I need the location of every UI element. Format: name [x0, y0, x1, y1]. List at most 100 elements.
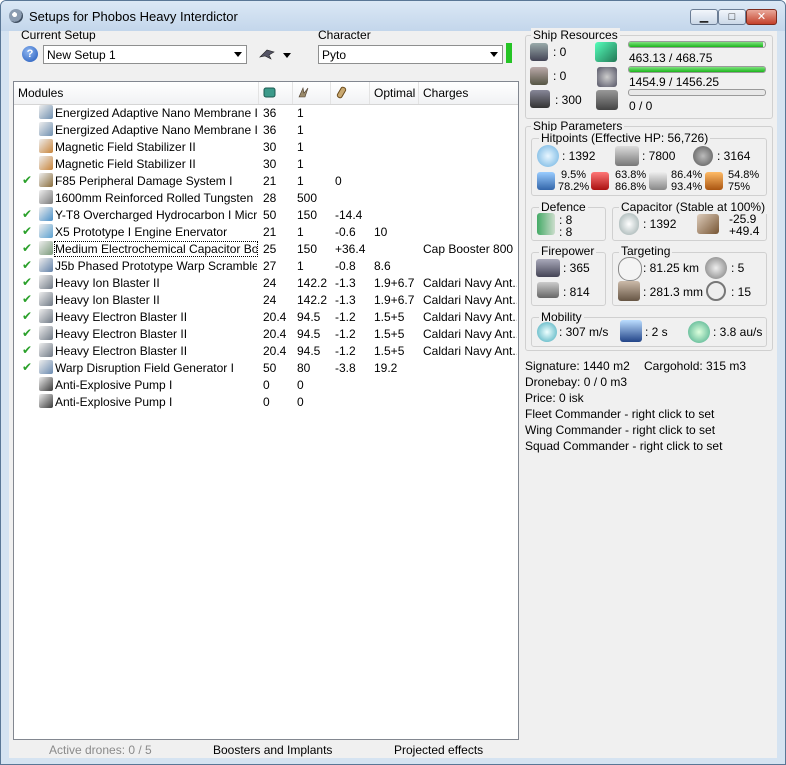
module-row[interactable]: Magnetic Field Stabilizer II 30 1 — [14, 155, 518, 172]
wing-commander[interactable]: Wing Commander - right click to set — [525, 423, 715, 437]
module-capacitor: -0.6 — [335, 225, 356, 239]
module-powergrid: 150 — [297, 208, 318, 222]
close-button[interactable]: ✕ — [746, 9, 777, 25]
active-checkmark-icon[interactable]: ✔ — [22, 258, 32, 272]
chevron-down-icon — [490, 52, 498, 57]
module-icon — [39, 394, 53, 408]
explosive-resist-icon — [705, 172, 723, 190]
module-optimal: 19.2 — [374, 361, 398, 375]
module-row[interactable]: Energized Adaptive Nano Membrane II 36 1 — [14, 104, 518, 121]
align-time-icon — [620, 320, 642, 342]
module-row[interactable]: 1600mm Reinforced Rolled Tungsten Pl... 2… — [14, 189, 518, 206]
squad-commander[interactable]: Squad Commander - right click to set — [525, 439, 722, 453]
active-checkmark-icon[interactable]: ✔ — [22, 326, 32, 340]
column-header-optimal[interactable]: Optimal — [370, 82, 419, 104]
module-row[interactable]: ✔ Heavy Electron Blaster II 20.4 94.5 -1.2 1.… — [14, 325, 518, 342]
boosters-implants-tab[interactable]: Boosters and Implants — [213, 743, 332, 757]
active-drones-tab[interactable]: Active drones: 0 / 5 — [49, 743, 152, 757]
module-powergrid: 1 — [297, 225, 304, 239]
module-row[interactable]: ✔ Medium Electrochemical Capacitor Boos..… — [14, 240, 518, 257]
fleet-commander[interactable]: Fleet Commander - right click to set — [525, 407, 714, 421]
active-checkmark-icon[interactable]: ✔ — [22, 309, 32, 323]
active-checkmark-icon[interactable]: ✔ — [22, 173, 32, 187]
title-bar[interactable]: Setups for Phobos Heavy Interdictor ▁ □ … — [1, 1, 785, 31]
shield-hp-value: : 1392 — [562, 149, 596, 163]
module-cpu: 27 — [263, 259, 277, 273]
active-checkmark-icon[interactable]: ✔ — [22, 224, 32, 238]
defence-title: Defence — [539, 200, 588, 214]
module-optimal: 1.5+5 — [374, 344, 405, 358]
dronebay: Dronebay: 0 / 0 m3 — [525, 375, 628, 389]
character-select[interactable]: Pyto — [318, 45, 503, 64]
help-icon[interactable]: ? — [22, 46, 38, 62]
turret-dps-icon — [536, 259, 560, 277]
module-capacitor: -1.2 — [335, 344, 356, 358]
module-powergrid: 500 — [297, 191, 318, 205]
current-setup-select[interactable]: New Setup 1 — [43, 45, 247, 64]
module-row[interactable]: ✔ Y-T8 Overcharged Hydrocarbon I Micro...… — [14, 206, 518, 223]
module-icon — [39, 360, 53, 374]
window-client: Current Setup ? New Setup 1 Character Py… — [9, 28, 777, 758]
active-checkmark-icon[interactable]: ✔ — [22, 292, 32, 306]
module-list[interactable]: Modules Optimal Charges Energized Adapti… — [13, 81, 519, 740]
module-row[interactable]: ✔ Heavy Ion Blaster II 24 142.2 -1.3 1.9+6.7 C… — [14, 274, 518, 291]
module-icon — [39, 224, 53, 238]
module-name: Anti-Explosive Pump I — [55, 378, 173, 392]
module-row[interactable]: ✔ Heavy Electron Blaster II 20.4 94.5 -1.2 1.… — [14, 342, 518, 359]
module-name: 1600mm Reinforced Rolled Tungsten Pl... — [55, 191, 257, 205]
module-cpu: 36 — [263, 123, 277, 137]
module-row[interactable]: ✔ Warp Disruption Field Generator I 50 80 -3… — [14, 359, 518, 376]
em-resist-icon — [537, 172, 555, 190]
thermal-resist-shield: 63.8% — [615, 169, 647, 181]
module-name: Warp Disruption Field Generator I — [55, 361, 234, 375]
active-checkmark-icon[interactable]: ✔ — [22, 241, 32, 255]
module-powergrid: 1 — [297, 157, 304, 171]
module-optimal: 1.9+6.7 — [374, 293, 415, 307]
active-checkmark-icon[interactable]: ✔ — [22, 275, 32, 289]
module-row[interactable]: ✔ F85 Peripheral Damage System I 21 1 0 — [14, 172, 518, 189]
module-name: Magnetic Field Stabilizer II — [55, 157, 196, 171]
column-header-powergrid[interactable] — [293, 82, 331, 104]
character-status-indicator — [506, 43, 512, 63]
module-icon — [39, 377, 53, 391]
module-name: X5 Prototype I Engine Enervator — [55, 225, 228, 239]
column-header-modules[interactable]: Modules — [14, 82, 259, 104]
module-row[interactable]: Energized Adaptive Nano Membrane II 36 1 — [14, 121, 518, 138]
module-row[interactable]: ✔ J5b Phased Prototype Warp Scrambler I 27… — [14, 257, 518, 274]
column-header-cpu[interactable] — [259, 82, 293, 104]
column-header-capacitor[interactable] — [331, 82, 370, 104]
minimize-button[interactable]: ▁ — [690, 9, 718, 25]
module-capacitor: -14.4 — [335, 208, 363, 222]
defence-value-b: : 8 — [559, 225, 573, 239]
module-row[interactable]: ✔ X5 Prototype I Engine Enervator 21 1 -0.6 1… — [14, 223, 518, 240]
module-row[interactable]: Anti-Explosive Pump I 0 0 — [14, 393, 518, 410]
active-checkmark-icon[interactable]: ✔ — [22, 360, 32, 374]
cpu-bar — [628, 41, 766, 48]
module-capacitor: 0 — [335, 174, 342, 188]
active-checkmark-icon[interactable]: ✔ — [22, 343, 32, 357]
projected-effects-tab[interactable]: Projected effects — [394, 743, 483, 757]
module-cpu: 50 — [263, 208, 277, 222]
warp-speed: : 3.8 au/s — [713, 325, 763, 339]
cargohold: Cargohold: 315 m3 — [644, 359, 747, 373]
module-name: J5b Phased Prototype Warp Scrambler I — [55, 259, 257, 273]
module-icon — [39, 326, 53, 340]
module-powergrid: 150 — [297, 242, 318, 256]
current-setup-label: Current Setup — [21, 28, 96, 42]
launcher-hardpoints-icon — [530, 67, 548, 85]
calibration-value: : 300 — [555, 93, 582, 107]
maximize-button[interactable]: □ — [718, 9, 746, 25]
module-row[interactable]: Magnetic Field Stabilizer II 30 1 — [14, 138, 518, 155]
module-icon — [39, 173, 53, 187]
window-title: Setups for Phobos Heavy Interdictor — [29, 9, 238, 24]
maximize-icon: □ — [728, 11, 736, 23]
module-row[interactable]: ✔ Heavy Ion Blaster II 24 142.2 -1.3 1.9+6.7 C… — [14, 291, 518, 308]
module-row[interactable]: ✔ Heavy Electron Blaster II 20.4 94.5 -1.2 1.… — [14, 308, 518, 325]
ship-menu-button[interactable] — [255, 44, 297, 66]
drone-bandwidth-bar — [628, 89, 766, 96]
active-checkmark-icon[interactable]: ✔ — [22, 207, 32, 221]
module-cpu: 20.4 — [263, 344, 287, 358]
column-header-charges[interactable]: Charges — [419, 82, 518, 104]
module-row[interactable]: Anti-Explosive Pump I 0 0 — [14, 376, 518, 393]
module-powergrid: 142.2 — [297, 293, 328, 307]
